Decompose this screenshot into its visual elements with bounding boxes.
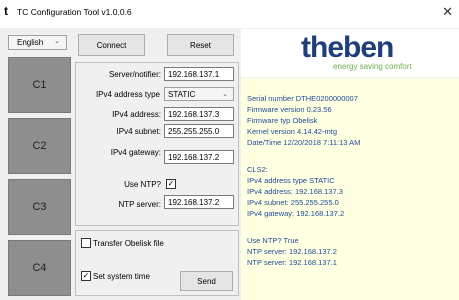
info-serial: Serial number DTHE0200000007 (247, 94, 358, 103)
info-kernel: Kernel version 4.14.42-mtg (247, 127, 338, 136)
client-label: C2 (32, 140, 47, 152)
brand-tagline: energy saving comfort (333, 62, 412, 71)
info-ntp-server-2: NTP server: 192.168.137.1 (247, 258, 337, 267)
gateway-input[interactable]: 192.168.137.2 (164, 150, 234, 164)
subnet-input[interactable]: 255.255.255.0 (164, 124, 234, 138)
transfer-checkbox[interactable] (81, 238, 91, 248)
use-ntp-checkbox[interactable]: ✓ (166, 179, 176, 189)
ntp-server-label: NTP server: (118, 200, 161, 209)
device-info-panel: Serial number DTHE0200000007 Firmware ve… (241, 78, 459, 300)
address-type-select[interactable]: STATIC ⌄ (164, 87, 234, 101)
gateway-label: IPv4 gateway: (110, 148, 161, 157)
client-button-c3[interactable]: C3 (8, 179, 71, 235)
language-select[interactable]: English ⌄ (8, 35, 67, 50)
reset-button[interactable]: Reset (167, 34, 234, 56)
close-icon[interactable]: ✕ (442, 4, 453, 20)
server-input[interactable]: 192.168.137.1 (164, 67, 234, 81)
logo-panel: theben energy saving comfort (241, 29, 459, 77)
brand-logo: theben (301, 31, 394, 64)
title-bar: t TC Configuration Tool v1.0.0.6 ✕ (0, 0, 459, 28)
info-firmware-version: Firmware version 0.23.56 (247, 105, 332, 114)
address-label: IPv4 address: (112, 110, 161, 119)
client-button-c4[interactable]: C4 (8, 240, 71, 296)
client-button-c1[interactable]: C1 (8, 57, 71, 113)
info-gateway: IPv4 gateway: 192.168.137.2 (247, 209, 345, 218)
info-subnet: IPv4 subnet: 255.255.255.0 (247, 198, 339, 207)
info-datetime: Date/Time 12/20/2018 7:11:13 AM (247, 138, 361, 147)
language-value: English (17, 38, 44, 47)
info-firmware-type: Firmware typ Obelisk (247, 116, 318, 125)
client-button-c2[interactable]: C2 (8, 118, 71, 174)
window-title: TC Configuration Tool v1.0.0.6 (17, 7, 132, 17)
check-icon: ✓ (167, 179, 175, 188)
send-label: Send (197, 276, 216, 286)
ntp-server-input[interactable]: 192.168.137.2 (164, 195, 234, 209)
chevron-down-icon: ⌄ (222, 91, 228, 98)
info-address: IPv4 address: 192.168.137.3 (247, 187, 343, 196)
address-type-label: IPv4 address type (95, 90, 160, 99)
connect-button[interactable]: Connect (78, 34, 145, 56)
set-time-checkbox[interactable]: ✓ (81, 271, 91, 281)
info-ntp-server-1: NTP server: 192.168.137.2 (247, 247, 337, 256)
check-icon: ✓ (82, 271, 90, 280)
client-label: C3 (32, 201, 47, 213)
subnet-label: IPv4 subnet: (116, 127, 161, 136)
transfer-label: Transfer Obelisk file (93, 239, 164, 248)
client-label: C1 (32, 79, 47, 91)
info-use-ntp: Use NTP? True (247, 236, 299, 245)
send-button[interactable]: Send (180, 271, 233, 291)
connect-label: Connect (96, 40, 127, 50)
address-type-value: STATIC (168, 90, 196, 99)
set-time-label: Set system time (93, 272, 150, 281)
use-ntp-label: Use NTP? (124, 180, 161, 189)
info-cls2: CLS2: (247, 165, 268, 174)
server-label: Server/notifier: (108, 70, 161, 79)
client-label: C4 (32, 262, 47, 274)
info-address-type: IPv4 address type STATIC (247, 176, 335, 185)
app-icon: t (4, 4, 8, 18)
address-input[interactable]: 192.168.137.3 (164, 107, 234, 121)
chevron-down-icon: ⌄ (54, 38, 60, 45)
reset-label: Reset (190, 40, 211, 50)
